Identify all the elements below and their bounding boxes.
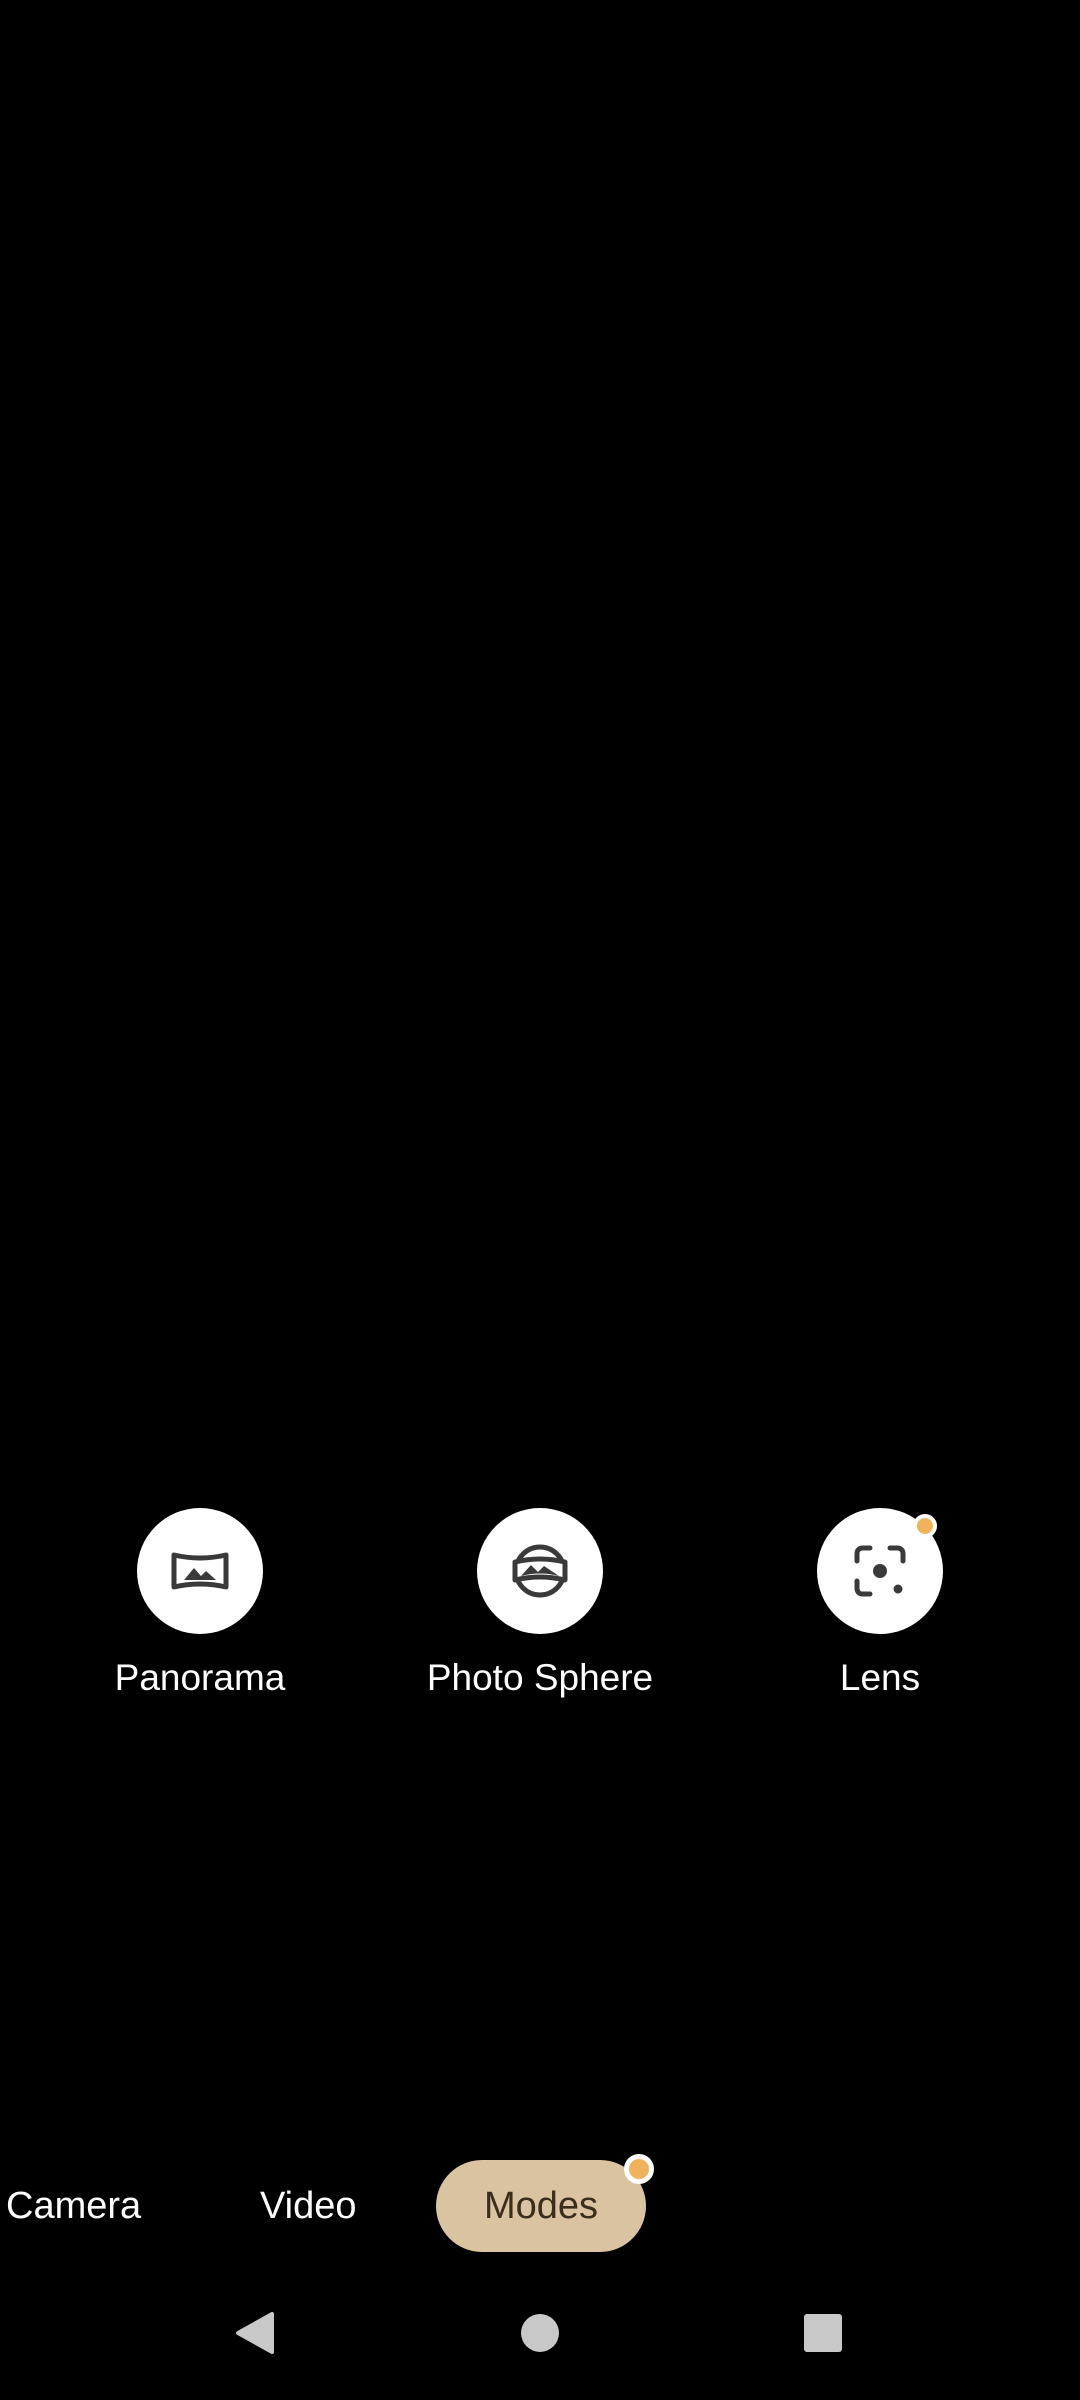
back-button[interactable]: [210, 2290, 300, 2380]
recents-button[interactable]: [778, 2290, 868, 2380]
photo-sphere-icon: [507, 1538, 573, 1604]
mode-label: Panorama: [114, 1657, 286, 1698]
mode-lens[interactable]: Lens: [730, 1508, 1030, 1700]
mode-switcher: Camera Video Modes: [0, 2154, 1080, 2252]
new-indicator-dot: [624, 2154, 654, 2184]
mode-photo-sphere[interactable]: Photo Sphere: [390, 1508, 690, 1700]
lens-button[interactable]: [817, 1508, 943, 1634]
mode-label: Photo Sphere: [426, 1657, 654, 1698]
home-button[interactable]: [495, 2290, 585, 2380]
recents-square-icon: [803, 2313, 843, 2358]
back-triangle-icon: [234, 2310, 276, 2361]
tab-modes-label: Modes: [483, 2185, 599, 2227]
panorama-button[interactable]: [137, 1508, 263, 1634]
panorama-icon: [170, 1549, 230, 1593]
navigation-bar: [0, 2290, 1080, 2380]
new-indicator-dot: [913, 1514, 937, 1538]
tab-video[interactable]: Video: [260, 2160, 357, 2252]
lens-icon: [853, 1544, 907, 1598]
home-circle-icon: [520, 2313, 560, 2358]
tab-modes[interactable]: Modes: [436, 2154, 654, 2252]
tab-camera[interactable]: Camera: [6, 2160, 141, 2252]
mode-label: Lens: [839, 1657, 921, 1698]
photo-sphere-button[interactable]: [477, 1508, 603, 1634]
mode-panorama[interactable]: Panorama: [50, 1508, 350, 1700]
camera-viewfinder[interactable]: [0, 0, 1080, 1440]
